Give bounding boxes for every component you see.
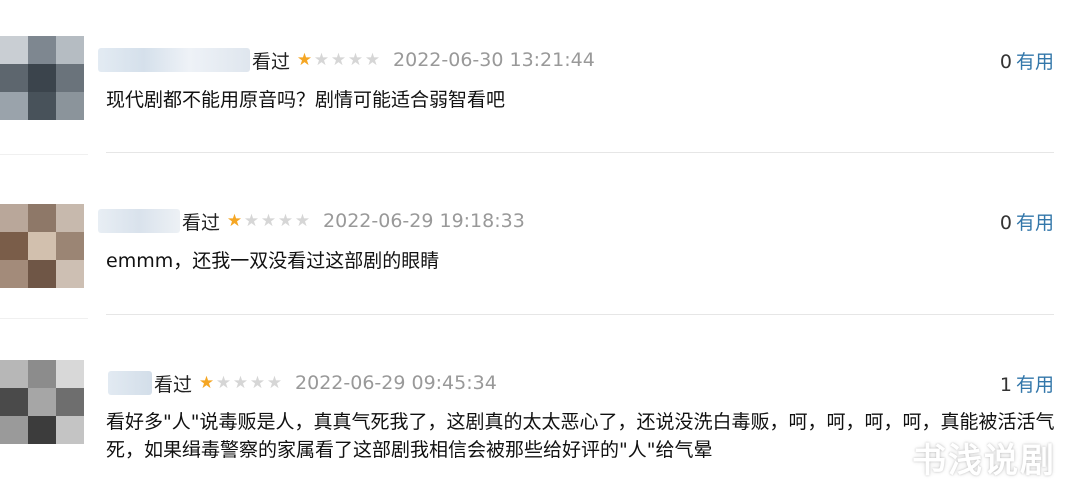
useful-count: 1 (999, 374, 1012, 396)
divider (0, 154, 88, 155)
useful-label[interactable]: 有用 (1016, 51, 1054, 73)
review-text: emmm，还我一双没看过这部剧的眼睛 (106, 250, 440, 272)
star-icon: ★ (313, 49, 330, 70)
star-icon: ★ (330, 49, 347, 70)
star-icon: ★ (198, 372, 215, 393)
divider (0, 318, 88, 319)
useful-count: 0 (999, 51, 1012, 73)
avatar[interactable] (0, 204, 84, 288)
review-item: 看过 ★ ★ ★ ★ ★ 2022-06-29 19:18:33 0 有用 emmm，还我… (0, 160, 1076, 320)
review-meta: 看过 ★ ★ ★ ★ ★ 2022-06-29 19:18:33 (98, 206, 525, 236)
rating-stars: ★ ★ ★ ★ ★ (296, 49, 381, 70)
username-blurred[interactable] (98, 48, 250, 72)
watermark: 书浅说剧 (912, 441, 1056, 481)
star-icon: ★ (249, 372, 266, 393)
useful-button[interactable]: 0 有用 (1000, 47, 1054, 74)
avatar[interactable] (0, 360, 84, 444)
useful-count: 0 (999, 212, 1012, 234)
review-meta: 看过 ★ ★ ★ ★ ★ 2022-06-29 09:45:34 (108, 368, 497, 398)
star-icon: ★ (277, 210, 294, 231)
username-blurred[interactable] (98, 209, 180, 233)
watched-label: 看过 (182, 211, 221, 234)
avatar[interactable] (0, 36, 84, 120)
useful-label[interactable]: 有用 (1016, 212, 1054, 234)
watched-label: 看过 (154, 373, 193, 396)
rating-stars: ★ ★ ★ ★ ★ (226, 210, 311, 231)
useful-button[interactable]: 1 有用 (1000, 370, 1054, 397)
star-icon: ★ (260, 210, 277, 231)
star-icon: ★ (232, 372, 249, 393)
star-icon: ★ (266, 372, 283, 393)
review-time: 2022-06-29 19:18:33 (323, 210, 525, 232)
star-icon: ★ (294, 210, 311, 231)
review-time: 2022-06-29 09:45:34 (295, 372, 497, 394)
divider (106, 152, 1054, 153)
useful-button[interactable]: 0 有用 (1000, 208, 1054, 235)
star-icon: ★ (226, 210, 243, 231)
watched-label: 看过 (252, 50, 291, 73)
star-icon: ★ (364, 49, 381, 70)
star-icon: ★ (347, 49, 364, 70)
username-blurred[interactable] (108, 371, 152, 395)
review-time: 2022-06-30 13:21:44 (393, 49, 595, 71)
review-item: 看过 ★ ★ ★ ★ ★ 2022-06-30 13:21:44 0 有用 现代剧都不能用… (0, 0, 1076, 160)
star-icon: ★ (215, 372, 232, 393)
star-icon: ★ (243, 210, 260, 231)
useful-label[interactable]: 有用 (1016, 374, 1054, 396)
review-text: 现代剧都不能用原音吗？剧情可能适合弱智看吧 (106, 89, 506, 111)
divider (106, 314, 1054, 315)
star-icon: ★ (296, 49, 313, 70)
review-meta: 看过 ★ ★ ★ ★ ★ 2022-06-30 13:21:44 (98, 45, 595, 75)
rating-stars: ★ ★ ★ ★ ★ (198, 372, 283, 393)
